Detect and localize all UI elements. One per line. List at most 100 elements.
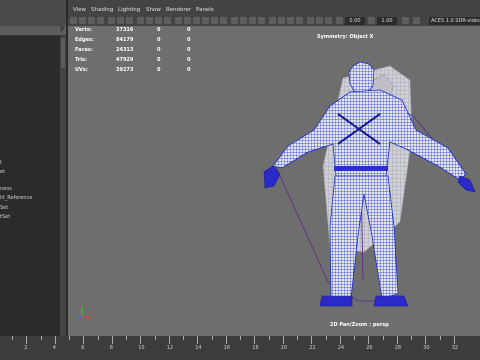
menu-panels[interactable]: Panels — [196, 7, 214, 13]
outliner-item[interactable]: et — [0, 169, 5, 175]
time-tick-label: 8 — [109, 345, 113, 351]
axis-gizmo — [77, 306, 92, 320]
character-mesh[interactable] — [263, 61, 476, 307]
time-tick-label: 10 — [138, 345, 145, 351]
time-tick — [140, 336, 142, 344]
time-tick — [126, 336, 127, 340]
viewport-menubar: View Shading Lighting Show Renderer Pane… — [68, 7, 480, 16]
time-tick-label: 18 — [252, 345, 259, 351]
time-tick-label: 22 — [309, 345, 316, 351]
bookmark-icon[interactable] — [88, 17, 95, 24]
color-space-dropdown[interactable]: ACES 1.0 SDR-video (sRGB) — [429, 17, 480, 25]
time-tick — [26, 336, 28, 344]
wireframe-icon[interactable] — [175, 17, 182, 24]
viewport-toolbar: 0.00 1.00 ACES 1.0 SDR-video (sRGB) — [68, 16, 480, 26]
safe-action-icon[interactable] — [155, 17, 162, 24]
film-gate-icon[interactable] — [117, 17, 124, 24]
outliner-scrollbar-thumb[interactable] — [61, 38, 65, 68]
x-ray-active-icon[interactable] — [296, 17, 303, 24]
time-tick — [354, 336, 355, 340]
exposure-field[interactable]: 0.00 — [345, 17, 365, 25]
use-all-lights-icon[interactable] — [211, 17, 218, 24]
time-tick — [268, 336, 270, 340]
time-tick-label: 28 — [394, 345, 402, 351]
screen-space-ao-icon[interactable] — [231, 17, 238, 24]
gamma-icon[interactable] — [368, 17, 375, 24]
viewport-panel[interactable]: Verts: 37316 0 0 Edges: 84179 0 0 Faces:… — [68, 26, 480, 336]
gate-mask-icon[interactable] — [137, 17, 144, 24]
depth-of-field-icon[interactable] — [258, 17, 265, 24]
time-tick — [12, 336, 13, 340]
time-tick — [69, 336, 70, 340]
time-tick — [40, 336, 42, 340]
time-tick — [282, 336, 284, 344]
time-tick-label: 24 — [337, 345, 345, 351]
safe-title-icon[interactable] — [164, 17, 171, 24]
menu-view[interactable]: View — [73, 7, 86, 13]
hud-toggle-icon[interactable] — [307, 17, 314, 24]
time-tick — [325, 336, 327, 340]
select-camera-icon[interactable] — [70, 17, 77, 24]
x-ray-joints-icon[interactable] — [287, 17, 294, 24]
view-transform-icon[interactable] — [413, 17, 420, 24]
time-tick — [240, 336, 241, 340]
menu-show[interactable]: Show — [146, 7, 161, 13]
menu-lighting[interactable]: Lighting — [118, 7, 140, 13]
time-tick — [154, 336, 156, 340]
time-tick — [168, 336, 170, 344]
textured-icon[interactable] — [202, 17, 209, 24]
time-tick-label: 26 — [366, 345, 373, 351]
isolate-select-icon[interactable] — [269, 17, 276, 24]
time-tick — [83, 336, 85, 344]
color-management-icon[interactable] — [402, 17, 409, 24]
outliner-item[interactable]: lit_Reference — [0, 195, 32, 201]
time-tick-label: 14 — [195, 345, 202, 351]
time-tick — [339, 336, 341, 344]
menu-shading[interactable]: Shading — [91, 7, 113, 13]
wireframe-on-shaded-icon[interactable] — [193, 17, 200, 24]
grid-icon[interactable] — [108, 17, 115, 24]
outliner-item[interactable]: tSet — [0, 214, 10, 220]
outliner-item[interactable]: Set — [0, 205, 8, 211]
time-tick — [382, 336, 384, 340]
outliner-search-value: p — [60, 25, 64, 32]
image-plane-icon[interactable] — [97, 17, 104, 24]
time-tick — [197, 336, 199, 344]
gamma-field[interactable]: 1.00 — [377, 17, 397, 25]
anti-aliasing-icon[interactable] — [249, 17, 256, 24]
shadows-icon[interactable] — [220, 17, 227, 24]
time-tick-label: 4 — [52, 345, 56, 351]
outliner-item[interactable]: neos — [0, 186, 12, 192]
time-tick-label: 20 — [280, 345, 288, 351]
resolution-gate-icon[interactable] — [126, 17, 133, 24]
outliner-item[interactable]: t — [0, 160, 2, 166]
time-tick-label: 6 — [81, 345, 85, 351]
camera-attributes-icon[interactable] — [79, 17, 86, 24]
time-tick — [396, 336, 398, 344]
time-tick-label: 32 — [451, 345, 459, 351]
time-tick-label: 2 — [24, 345, 28, 351]
field-chart-icon[interactable] — [146, 17, 153, 24]
time-tick — [425, 336, 427, 344]
exposure-icon[interactable] — [336, 17, 343, 24]
time-tick — [254, 336, 256, 344]
time-tick-label: 30 — [423, 345, 430, 351]
time-tick — [368, 336, 370, 344]
smooth-shade-icon[interactable] — [184, 17, 191, 24]
time-tick — [225, 336, 227, 344]
motion-blur-icon[interactable] — [240, 17, 247, 24]
x-ray-icon[interactable] — [278, 17, 285, 24]
time-slider[interactable]: 2 4 6 8 10 12 14 16 18 20 22 24 26 28 30 32 — [0, 336, 480, 360]
time-tick — [411, 336, 412, 340]
outliner-header — [0, 0, 66, 26]
time-tick — [111, 336, 113, 344]
time-tick — [183, 336, 184, 340]
pan-zoom-icon[interactable] — [325, 17, 332, 24]
outliner-search-field[interactable]: p — [0, 25, 66, 35]
time-tick — [97, 336, 99, 340]
grease-pencil-icon[interactable] — [316, 17, 323, 24]
time-tick — [54, 336, 56, 344]
time-tick — [311, 336, 313, 344]
outliner-panel: p t et neos lit_Reference Set tSet — [0, 0, 66, 360]
menu-renderer[interactable]: Renderer — [166, 7, 191, 13]
